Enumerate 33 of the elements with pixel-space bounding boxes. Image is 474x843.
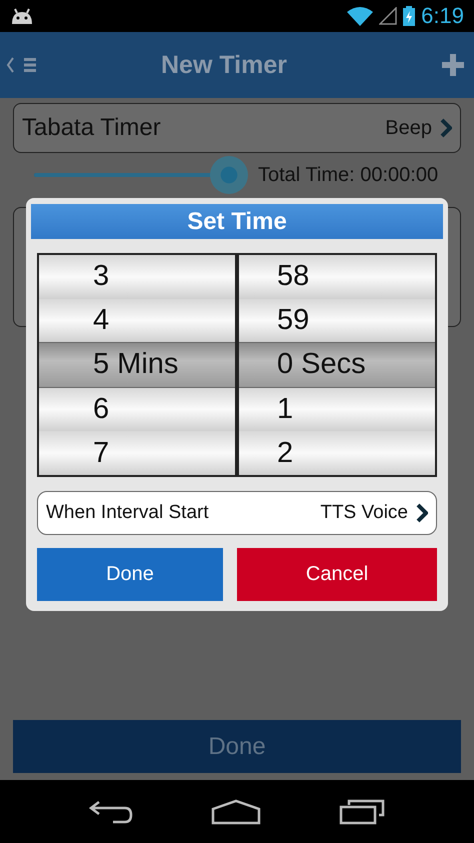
slider-thumb[interactable] (210, 156, 248, 194)
wifi-icon (347, 6, 374, 26)
picker-item[interactable]: 6 (39, 388, 235, 432)
chevron-icon (440, 118, 452, 138)
android-icon (10, 7, 34, 25)
chevron-icon (416, 503, 428, 523)
menu-icon[interactable] (24, 57, 36, 73)
picker-item[interactable]: 3 (39, 255, 235, 299)
dialog-title: Set Time (31, 204, 443, 239)
screen-title: New Timer (160, 50, 288, 80)
interval-row[interactable]: When Interval Start TTS Voice (37, 491, 437, 535)
picker-item[interactable]: 59 (239, 298, 435, 342)
picker-item[interactable]: 58 (239, 255, 435, 299)
picker-item[interactable]: 2 (239, 431, 435, 475)
picker-item[interactable]: 0 Secs (239, 342, 435, 388)
battery-icon (403, 6, 416, 26)
recent-apps-icon[interactable] (339, 798, 385, 824)
picker-item[interactable]: 1 (239, 388, 435, 432)
signal-icon (379, 7, 398, 25)
interval-value: TTS Voice (320, 502, 408, 524)
interval-label: When Interval Start (46, 502, 210, 524)
picker-item[interactable]: 4 (39, 298, 235, 342)
add-icon[interactable] (442, 54, 464, 76)
back-icon[interactable] (89, 798, 133, 824)
picker-item[interactable]: 7 (39, 431, 235, 475)
clock-time: 6:19 (421, 3, 464, 29)
done-button[interactable]: Done (37, 548, 224, 601)
picker-item[interactable]: 5 Mins (39, 342, 235, 388)
home-icon[interactable] (211, 798, 261, 824)
sound-value: Beep (385, 116, 432, 140)
total-time: Total Time: 00:00:00 (258, 164, 438, 186)
timer-name: Tabata Timer (22, 114, 162, 142)
cancel-button[interactable]: Cancel (237, 548, 437, 601)
